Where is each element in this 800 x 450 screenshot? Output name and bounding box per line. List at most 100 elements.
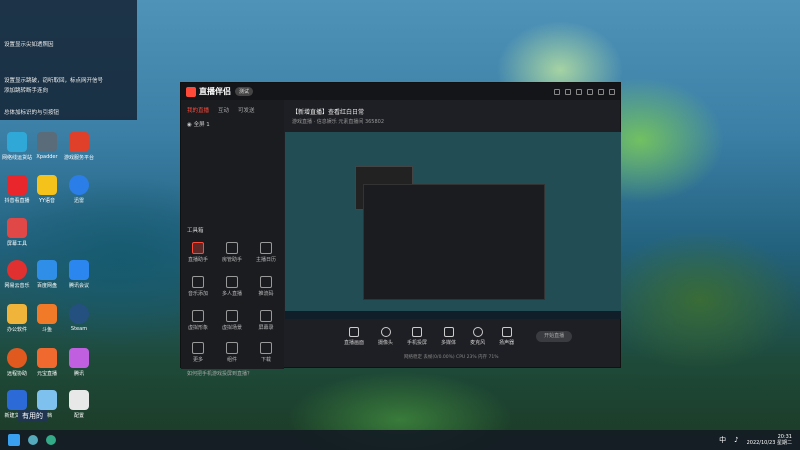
help-tip-link[interactable]: 如何把手机游戏投屏到直播？	[181, 370, 284, 377]
right-panel: 【新增直播】查看红白日常 游戏直播 · 信息娱乐 元素直播间 365802 直播…	[284, 100, 622, 369]
speaker-button[interactable]: 扬声器	[499, 326, 514, 346]
app-title: 直播伴侣	[199, 87, 231, 96]
tools-title: 工具箱	[187, 228, 204, 234]
desktop-icon[interactable]: YY语音	[32, 175, 62, 204]
desktop-icon[interactable]: Steam	[64, 304, 94, 332]
tool-avatar[interactable]: 虚拟形象	[183, 310, 213, 331]
tool-icon	[226, 342, 238, 354]
maximize-icon[interactable]	[598, 88, 604, 95]
desktop-icon[interactable]: 远程协助	[2, 348, 32, 377]
tool-multi-live[interactable]: 多人直播	[217, 276, 247, 297]
tray-volume-icon[interactable]: ♪	[734, 436, 738, 444]
notification-panel: 设置显示尖如透照因 设置显示跳破，窃听取回，标点网开信号 添加跳转断手连向 总体…	[0, 0, 137, 120]
tray-input-icon[interactable]: 中	[719, 435, 726, 445]
tool-calendar[interactable]: 主播日历	[251, 242, 281, 263]
tool-live-assistant[interactable]: 直播助手	[183, 242, 213, 263]
desktop-icon[interactable]: 百度网盘	[32, 260, 62, 289]
desktop-icon[interactable]: 屏幕工具	[2, 218, 32, 247]
tool-room-admin[interactable]: 房管助手	[217, 242, 247, 263]
media-button[interactable]: 多媒体	[441, 326, 456, 346]
app-icon	[37, 390, 57, 410]
play-icon	[443, 326, 454, 337]
system-tray: 中 ♪ 20:31 2022/10/23 星期二	[719, 434, 792, 446]
tool-icon	[192, 242, 204, 254]
app-icon	[7, 390, 27, 410]
desktop-icon[interactable]: 网易云音乐	[2, 260, 32, 289]
tool-stream-key[interactable]: 推流码	[251, 276, 281, 297]
desktop-icon[interactable]: 抖音看直播	[2, 175, 32, 204]
app-icon	[7, 260, 27, 280]
app-icon	[7, 175, 27, 195]
app-icon	[7, 348, 27, 368]
minimize-icon[interactable]	[587, 88, 593, 95]
tab-my-live[interactable]: 我的直播	[187, 106, 209, 114]
scene-item[interactable]: ◉ 全屏 1	[181, 117, 284, 131]
window-controls	[554, 88, 615, 95]
message-icon[interactable]	[554, 88, 560, 95]
desktop-icon[interactable]: 元宝直播	[32, 348, 62, 377]
tool-download[interactable]: 下载	[251, 342, 281, 363]
tool-icon	[192, 342, 204, 354]
tool-screen-record[interactable]: 屏幕录	[251, 310, 281, 331]
start-live-button[interactable]: 开始直播	[536, 330, 573, 342]
tool-icon	[192, 310, 204, 322]
desktop-icon[interactable]: 腾讯会议	[64, 260, 94, 289]
desktop-icon[interactable]: 腾讯	[64, 348, 94, 377]
control-bar: 直播画面 摄像头 手机投屏 多媒体 麦克风 扬声器 开始直播	[284, 322, 622, 350]
eye-icon[interactable]: ◉	[187, 122, 192, 128]
stream-title[interactable]: 【新增直播】查看红白日常	[292, 107, 364, 116]
left-panel: 我的直播 互动 可发送 ◉ 全屏 1 工具箱 直播助手 房管助手 主播日历 音乐…	[181, 100, 284, 377]
screen-capture-button[interactable]: 直播画面	[344, 326, 364, 346]
phone-cast-button[interactable]: 手机投屏	[407, 326, 427, 346]
start-menu-icon[interactable]	[8, 434, 20, 446]
desktop-icon[interactable]: 配置	[64, 390, 94, 419]
app-icon	[37, 132, 57, 152]
camera-button[interactable]: 摄像头	[378, 326, 393, 346]
desktop-icon[interactable]: 迅雷	[64, 175, 94, 204]
tool-icon	[226, 310, 238, 322]
settings-icon[interactable]	[576, 88, 582, 95]
speaker-icon	[501, 326, 512, 337]
version-badge[interactable]: 测试	[235, 87, 254, 96]
tab-send[interactable]: 可发送	[238, 106, 255, 114]
desktop-icon[interactable]: 办公软件	[2, 304, 32, 333]
microphone-button[interactable]: 麦克风	[470, 326, 485, 346]
clock[interactable]: 20:31 2022/10/23 星期二	[747, 434, 792, 446]
app-icon	[7, 218, 27, 238]
tool-icon	[226, 276, 238, 288]
preview-taskbar	[285, 311, 621, 319]
live-preview[interactable]	[285, 132, 621, 319]
tool-icon	[226, 242, 238, 254]
monitor-icon	[349, 326, 359, 337]
app-logo-icon	[186, 86, 196, 97]
close-icon[interactable]	[609, 88, 615, 95]
status-bar: 网络稳定 丢帧(0/0.00%) CPU 23% 内存 71%	[404, 355, 499, 360]
tool-widget[interactable]: 组件	[217, 342, 247, 363]
desktop-icon[interactable]: 网络线运货站	[2, 132, 32, 161]
title-bar: 直播伴侣 测试	[181, 83, 620, 100]
taskbar-app-icon[interactable]	[46, 435, 56, 445]
camera-icon	[380, 326, 391, 337]
tool-more[interactable]: 更多	[183, 342, 213, 363]
tool-virtual-scene[interactable]: 虚拟场景	[217, 310, 247, 331]
steam-icon	[69, 304, 89, 324]
desktop-icon[interactable]: Xpadder	[32, 132, 62, 160]
app-icon	[37, 304, 57, 324]
tool-icon	[260, 342, 272, 354]
app-icon	[37, 175, 57, 195]
taskbar-app-icon[interactable]	[28, 435, 38, 445]
notification-line: 添加跳转断手连向	[4, 88, 49, 94]
tool-music[interactable]: 音乐添加	[183, 276, 213, 297]
tool-icon	[192, 276, 204, 288]
microphone-icon	[472, 326, 483, 337]
notification-line: 设置显示跳破，窃听取回，标点网开信号	[4, 78, 104, 84]
app-icon	[69, 175, 89, 195]
scene-name: 全屏 1	[193, 122, 210, 128]
gift-icon[interactable]	[565, 88, 571, 95]
taskbar: 中 ♪ 20:31 2022/10/23 星期二	[0, 430, 800, 450]
app-icon	[69, 132, 89, 152]
desktop-icon[interactable]: 斗鱼	[32, 304, 62, 333]
app-icon	[37, 260, 57, 280]
desktop-icon[interactable]: 游戏服务平台	[64, 132, 94, 161]
tab-interact[interactable]: 互动	[218, 106, 229, 114]
